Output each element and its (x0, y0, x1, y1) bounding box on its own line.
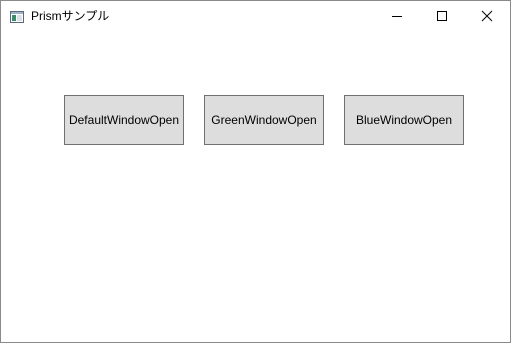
app-window-icon[interactable] (10, 10, 24, 23)
default-window-open-button[interactable]: DefaultWindowOpen (64, 95, 184, 145)
maximize-icon (437, 11, 447, 21)
window-title: Prismサンプル (31, 9, 110, 23)
minimize-icon (392, 16, 402, 17)
blue-window-open-button[interactable]: BlueWindowOpen (344, 95, 464, 145)
app-window: Prismサンプル DefaultWindowOpen GreenWindowO… (0, 0, 511, 343)
title-bar[interactable]: Prismサンプル (1, 1, 510, 32)
main-content: DefaultWindowOpen GreenWindowOpen BlueWi… (1, 32, 510, 342)
maximize-button[interactable] (419, 1, 465, 31)
close-button[interactable] (464, 1, 510, 31)
green-window-open-button[interactable]: GreenWindowOpen (204, 95, 324, 145)
minimize-button[interactable] (374, 1, 420, 31)
close-icon (481, 10, 493, 22)
